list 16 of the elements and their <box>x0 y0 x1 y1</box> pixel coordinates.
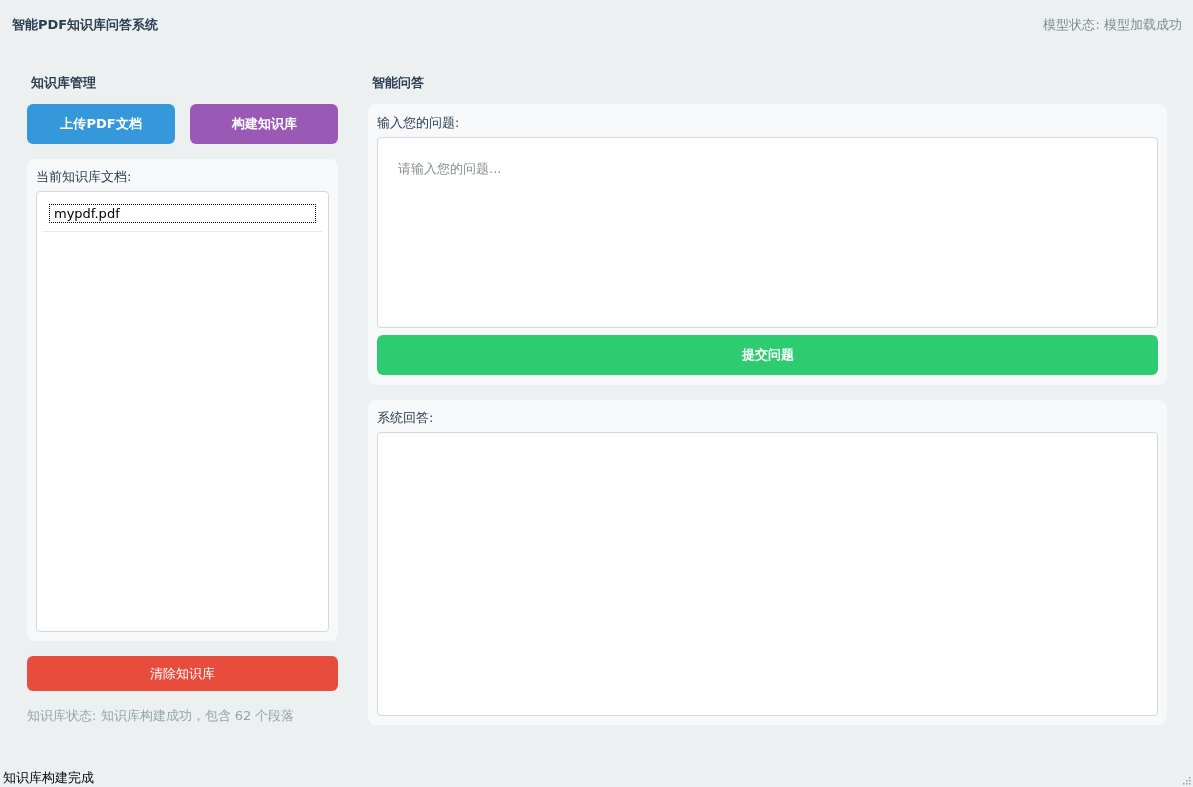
upload-pdf-button[interactable]: 上传PDF文档 <box>27 104 175 144</box>
submit-question-button[interactable]: 提交问题 <box>377 335 1158 375</box>
status-bar-text: 知识库构建完成 <box>3 769 94 787</box>
document-list-item[interactable]: mypdf.pdf <box>49 204 316 223</box>
knowledge-base-status: 知识库状态: 知识库构建成功，包含 62 个段落 <box>27 707 296 725</box>
section-title: 知识库管理 <box>31 74 97 92</box>
question-input-field[interactable]: 请输入您的问题... <box>377 137 1158 328</box>
model-status: 模型状态: 模型加载成功 <box>1043 15 1182 34</box>
documents-label: 当前知识库文档: <box>36 168 133 186</box>
resize-grip-icon[interactable] <box>1183 777 1191 785</box>
question-label: 输入您的问题: <box>377 114 461 132</box>
app-title: 智能PDF知识库问答系统 <box>12 15 159 34</box>
answer-label: 系统回答: <box>377 409 435 427</box>
section-title: 智能问答 <box>372 74 425 92</box>
clear-knowledge-base-button[interactable]: 清除知识库 <box>27 656 338 691</box>
build-knowledge-base-button[interactable]: 构建知识库 <box>190 104 338 144</box>
